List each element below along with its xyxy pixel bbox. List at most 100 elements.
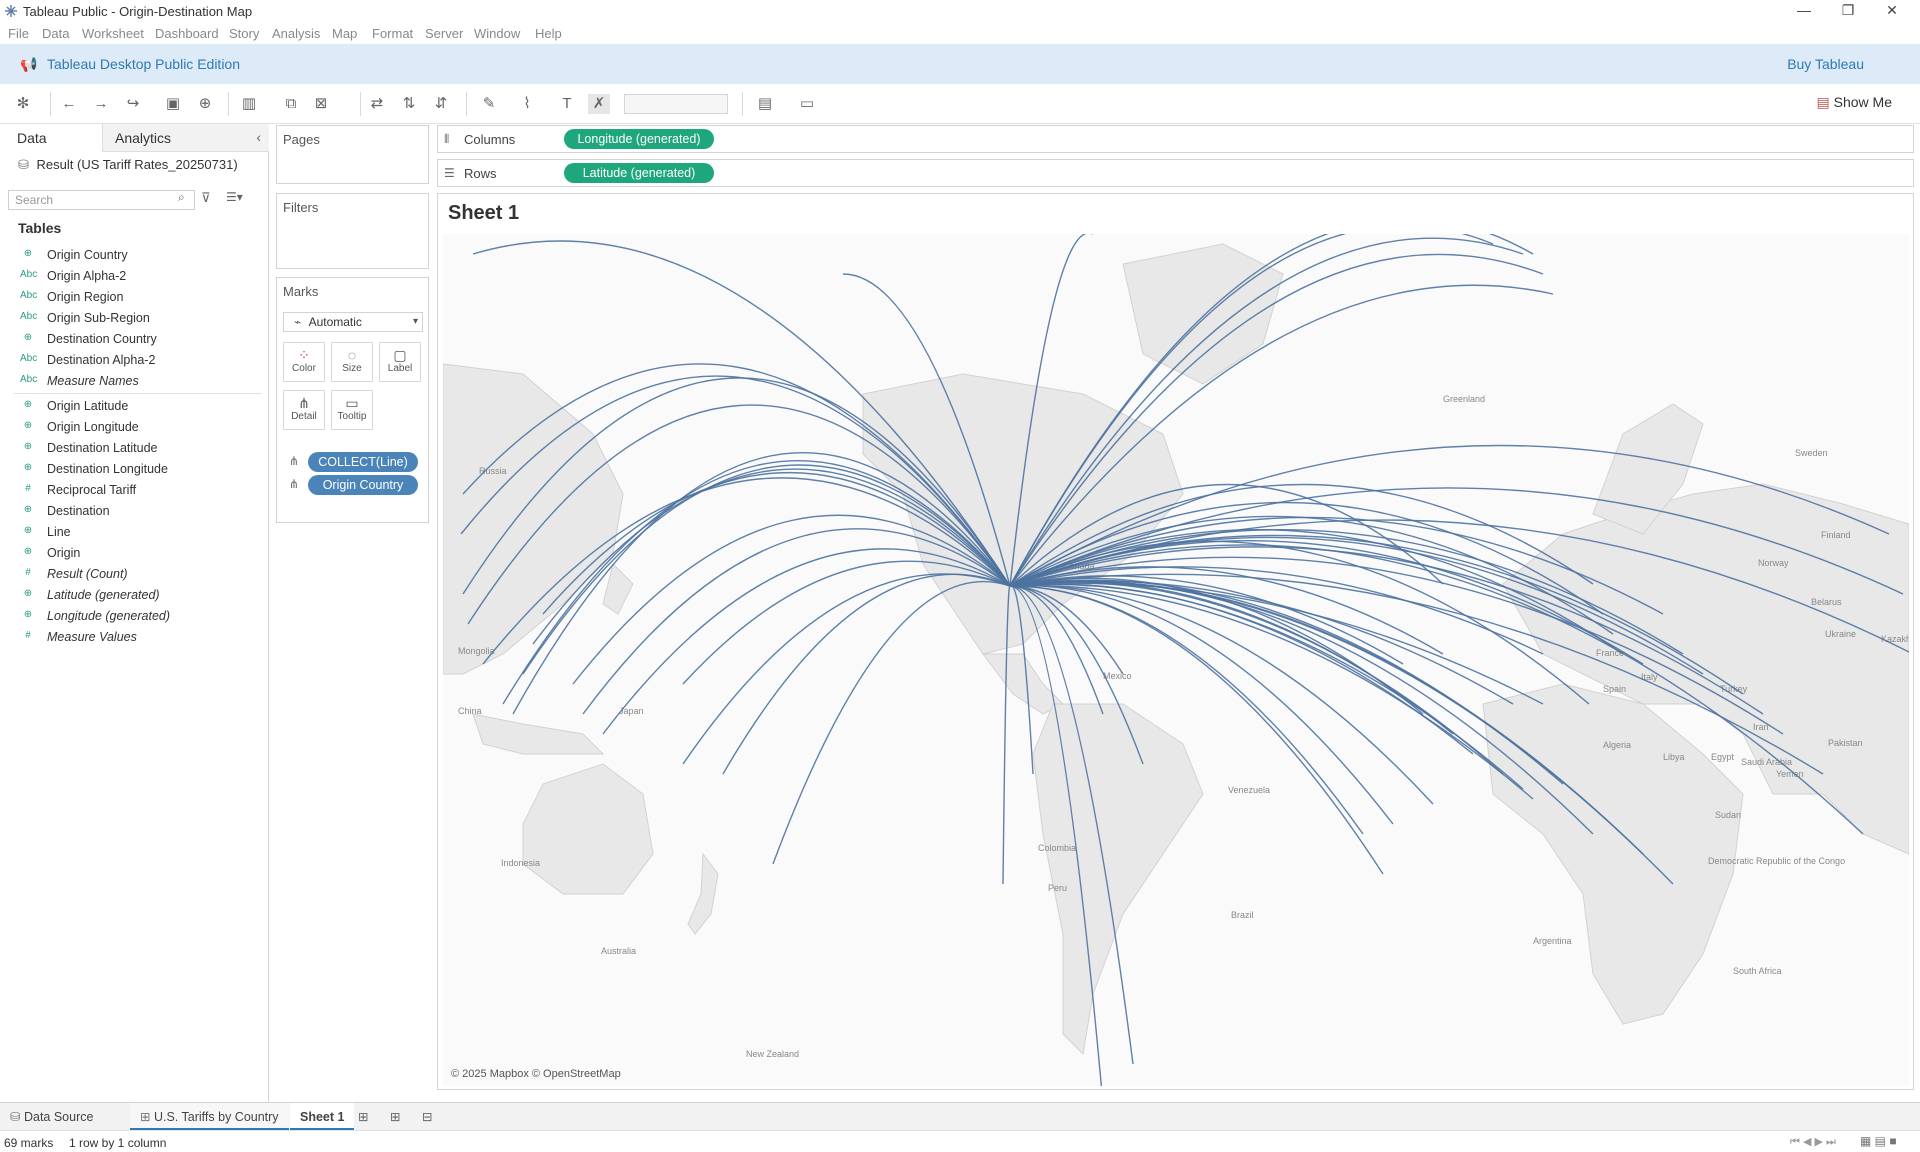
field-item[interactable]: Abc Origin Alpha-2: [0, 266, 268, 287]
highlight-icon[interactable]: ✎: [478, 94, 500, 114]
rows-shelf[interactable]: ☰ Rows Latitude (generated): [437, 159, 1914, 187]
group-members-icon[interactable]: ⌇: [516, 94, 538, 114]
country-label: Belarus: [1811, 597, 1842, 607]
clear-sheet-icon[interactable]: ⊠: [310, 94, 332, 114]
field-item[interactable]: Abc Measure Names: [0, 371, 268, 392]
save-icon[interactable]: ▣: [162, 94, 184, 114]
field-item[interactable]: # Reciprocal Tariff: [0, 480, 268, 501]
new-dashboard-icon[interactable]: ⊞: [390, 1109, 400, 1124]
mark-pill-collect-line[interactable]: COLLECT(Line): [308, 452, 418, 472]
show-labels-icon[interactable]: T: [556, 94, 578, 114]
collapse-pane-icon[interactable]: ‹: [256, 129, 261, 145]
country-label: Kazakhstan: [1881, 634, 1909, 644]
duplicate-sheet-icon[interactable]: ⧉: [280, 94, 302, 114]
redo-icon[interactable]: →: [90, 94, 112, 114]
label-button[interactable]: ▢ Label: [379, 342, 421, 382]
sheet-title[interactable]: Sheet 1: [448, 202, 519, 225]
show-cards-icon[interactable]: ▤: [754, 94, 776, 114]
field-label: Origin: [47, 546, 81, 560]
close-button[interactable]: ✕: [1870, 0, 1914, 22]
fit-dropdown[interactable]: [624, 94, 728, 114]
field-item[interactable]: ⊕ Destination Longitude: [0, 459, 268, 480]
map-svg[interactable]: Russia Mongolia China Japan Indonesia Austral…: [443, 234, 1909, 1086]
size-label: Size: [342, 363, 362, 374]
map-view[interactable]: Russia Mongolia China Japan Indonesia Austral…: [443, 234, 1909, 1086]
tab-analytics[interactable]: Analytics ‹: [102, 124, 269, 152]
show-me-icon: ▤: [1816, 94, 1830, 110]
menu-help[interactable]: Help: [535, 26, 562, 41]
minimize-button[interactable]: —: [1782, 0, 1826, 22]
sheet-nav-icons[interactable]: ⏮ ◀ ▶ ⏭: [1790, 1135, 1836, 1149]
view-grid-icon[interactable]: ▦ ▤ ■: [1860, 1134, 1897, 1148]
field-item[interactable]: Abc Origin Region: [0, 287, 268, 308]
menu-window[interactable]: Window: [474, 26, 520, 41]
field-item[interactable]: ⊕ Origin: [0, 543, 268, 564]
menu-worksheet[interactable]: Worksheet: [82, 26, 144, 41]
menu-data[interactable]: Data: [42, 26, 69, 41]
detail-button[interactable]: ⋔ Detail: [283, 390, 325, 430]
field-item[interactable]: ⊕ Destination Country: [0, 329, 268, 350]
status-marks: 69 marks: [4, 1136, 54, 1150]
new-worksheet-icon[interactable]: ▥: [238, 94, 260, 114]
columns-shelf[interactable]: ⦀ Columns Longitude (generated): [437, 125, 1914, 153]
num-field-icon: #: [25, 483, 31, 494]
mark-pill-origin-country[interactable]: Origin Country: [308, 475, 418, 495]
tab-us-tariffs[interactable]: ⊞ U.S. Tariffs by Country: [130, 1103, 289, 1131]
sort-ascending-icon[interactable]: ⇅: [398, 94, 420, 114]
tab-data-source[interactable]: ⛁ Data Source: [0, 1103, 128, 1131]
rows-pill[interactable]: Latitude (generated): [564, 163, 714, 183]
detail-icon: ⋔: [298, 395, 310, 411]
add-datasource-icon[interactable]: ⊕: [194, 94, 216, 114]
megaphone-icon: 📢: [20, 56, 38, 72]
new-story-icon[interactable]: ⊟: [422, 1109, 432, 1124]
menu-story[interactable]: Story: [229, 26, 259, 41]
field-item[interactable]: ⊕ Destination Latitude: [0, 438, 268, 459]
field-item[interactable]: ⊕ Origin Latitude: [0, 396, 268, 417]
buy-tableau-link[interactable]: Buy Tableau: [1787, 56, 1864, 72]
replay-icon[interactable]: ↪: [122, 94, 144, 114]
route-line[interactable]: [1009, 582, 1544, 705]
presentation-mode-icon[interactable]: ▭: [796, 94, 818, 114]
swap-rows-columns-icon[interactable]: ⇄: [366, 94, 388, 114]
undo-icon[interactable]: ←: [58, 94, 80, 114]
size-button[interactable]: ◌ Size: [331, 342, 373, 382]
menu-format[interactable]: Format: [372, 26, 413, 41]
field-label: Origin Longitude: [47, 420, 139, 434]
columns-pill[interactable]: Longitude (generated): [564, 129, 714, 149]
field-item[interactable]: ⊕ Destination: [0, 501, 268, 522]
country-label: Greenland: [1443, 394, 1485, 404]
mark-type-dropdown[interactable]: ⌁ Automatic ▾: [283, 312, 423, 332]
field-item[interactable]: # Measure Values: [0, 627, 268, 648]
restore-button[interactable]: ❐: [1826, 0, 1870, 22]
field-item[interactable]: ⊕ Origin Country: [0, 245, 268, 266]
datasource-item[interactable]: ⛁ Result (US Tariff Rates_20250731): [18, 157, 238, 173]
tooltip-button[interactable]: ▭ Tooltip: [331, 390, 373, 430]
geo-field-icon: ⊕: [23, 332, 33, 343]
view-options-icon[interactable]: ☰▾: [226, 190, 243, 204]
field-item[interactable]: ⊕ Latitude (generated): [0, 585, 268, 606]
field-item[interactable]: ⊕ Longitude (generated): [0, 606, 268, 627]
menu-map[interactable]: Map: [332, 26, 357, 41]
country-label: Venezuela: [1228, 785, 1270, 795]
tab-sheet-1[interactable]: Sheet 1: [290, 1103, 355, 1131]
menu-server[interactable]: Server: [425, 26, 463, 41]
search-input[interactable]: Search: [8, 190, 195, 210]
filters-card[interactable]: Filters: [276, 193, 429, 269]
sort-descending-icon[interactable]: ⇵: [430, 94, 452, 114]
field-item[interactable]: Abc Destination Alpha-2: [0, 350, 268, 371]
new-worksheet-icon[interactable]: ⊞: [358, 1109, 368, 1124]
show-me-button[interactable]: ▤ Show Me: [1817, 94, 1892, 111]
color-button[interactable]: ⁘ Color: [283, 342, 325, 382]
menu-analysis[interactable]: Analysis: [272, 26, 320, 41]
tableau-home-icon[interactable]: ✻: [12, 94, 34, 114]
fix-axes-icon[interactable]: ✗: [588, 94, 610, 114]
field-item[interactable]: # Result (Count): [0, 564, 268, 585]
menu-dashboard[interactable]: Dashboard: [155, 26, 219, 41]
pages-card[interactable]: Pages: [276, 125, 429, 184]
filter-fields-icon[interactable]: ⊽: [201, 190, 211, 206]
menu-file[interactable]: File: [8, 26, 29, 41]
field-item[interactable]: Abc Origin Sub-Region: [0, 308, 268, 329]
field-item[interactable]: ⊕ Line: [0, 522, 268, 543]
tab-data[interactable]: Data: [0, 124, 102, 152]
field-item[interactable]: ⊕ Origin Longitude: [0, 417, 268, 438]
